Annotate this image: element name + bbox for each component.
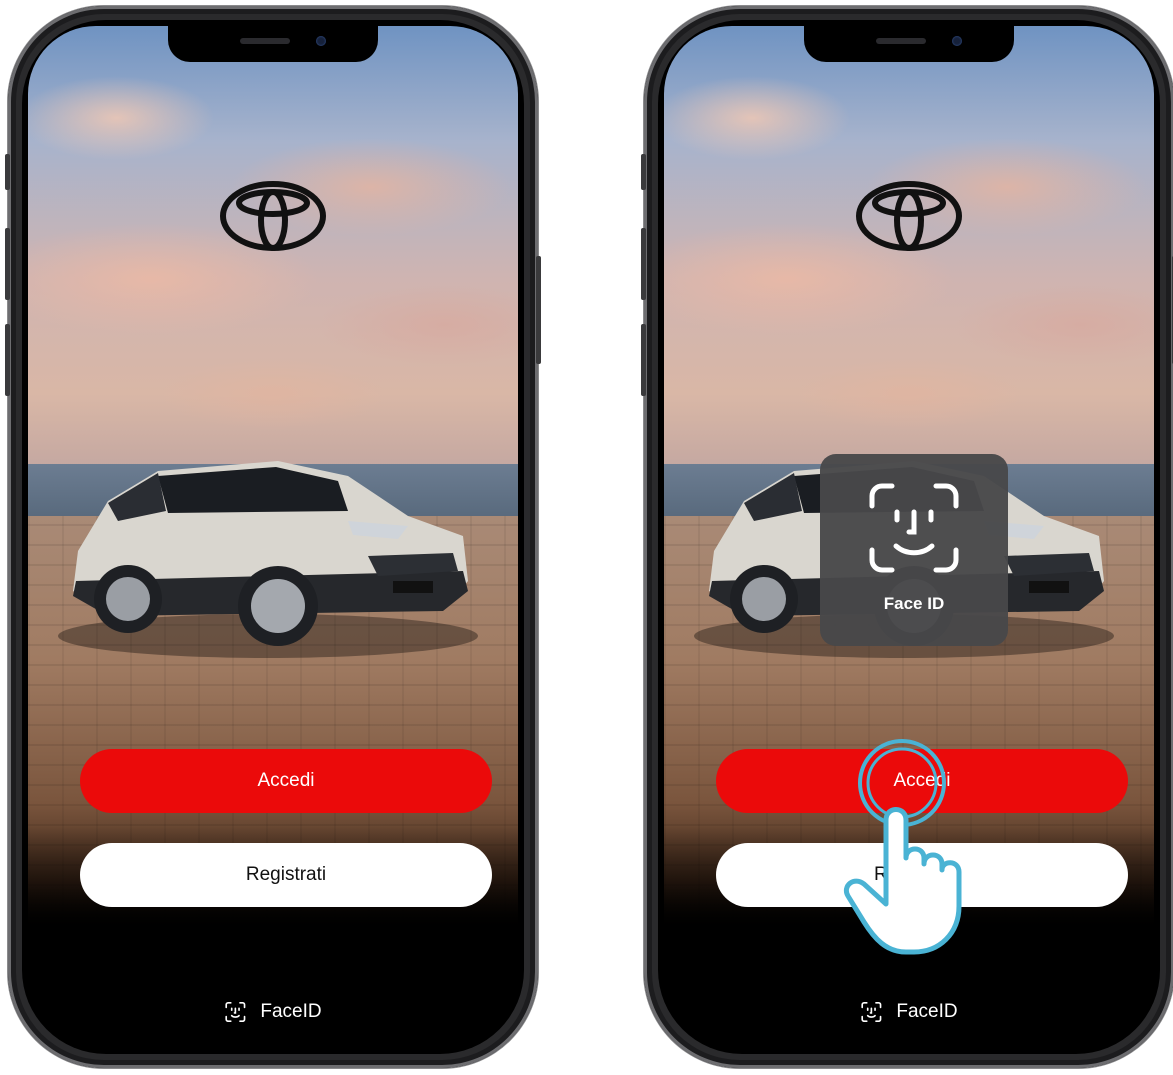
toyota-logo [856, 181, 962, 251]
login-button[interactable]: Accedi [80, 749, 492, 813]
background-sky [28, 26, 518, 486]
toyota-logo [220, 181, 326, 251]
volume-down-button [5, 324, 10, 396]
face-id-icon [225, 1002, 246, 1022]
face-id-icon [861, 1002, 882, 1022]
notch [804, 26, 1014, 62]
app-screen: Accedi Re Face ID [664, 26, 1154, 1048]
tap-hand-icon [844, 739, 962, 955]
power-button [536, 256, 541, 364]
silent-switch [5, 154, 10, 190]
front-camera [316, 36, 326, 46]
app-screen: Accedi Registrati FaceID [28, 26, 518, 1048]
faceid-popup-label: Face ID [883, 594, 945, 613]
front-camera [952, 36, 962, 46]
faceid-popup: Face ID [820, 454, 1008, 646]
volume-up-button [641, 228, 646, 300]
speaker [240, 38, 290, 44]
faceid-link-label: FaceID [260, 1001, 322, 1022]
background-sky [664, 26, 1154, 486]
volume-up-button [5, 228, 10, 300]
silent-switch [641, 154, 646, 190]
phone-right: Accedi Re Face ID [641, 6, 1173, 1068]
faceid-link-label: FaceID [896, 1001, 958, 1022]
speaker [876, 38, 926, 44]
faceid-login-link[interactable]: FaceID [860, 1001, 958, 1023]
car-image [58, 461, 478, 658]
faceid-login-link[interactable]: FaceID [224, 1001, 322, 1023]
notch [168, 26, 378, 62]
register-button[interactable]: Registrati [80, 843, 492, 907]
phone-left: Accedi Registrati FaceID [5, 6, 541, 1068]
volume-down-button [641, 324, 646, 396]
face-id-icon [869, 483, 959, 573]
